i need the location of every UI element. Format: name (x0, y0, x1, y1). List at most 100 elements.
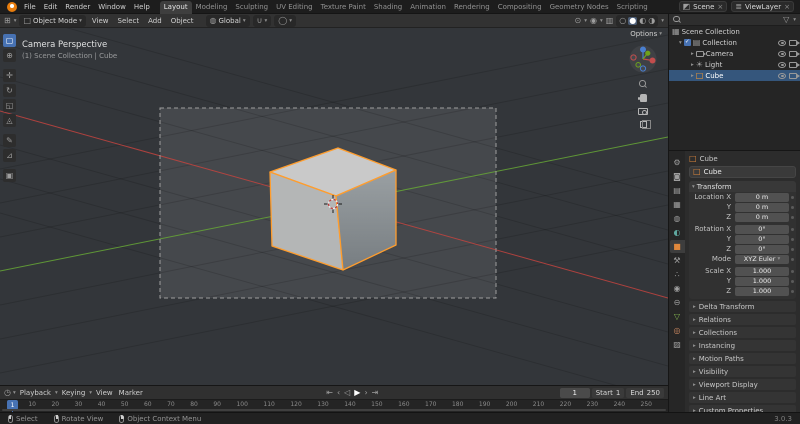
disable-render-icon[interactable] (789, 39, 800, 46)
tab-layout[interactable]: Layout (159, 0, 192, 14)
xray-toggle-icon[interactable]: ▥ (606, 16, 614, 25)
tab-uv-editing[interactable]: UV Editing (272, 1, 317, 14)
location-z-field[interactable]: 0 m (735, 212, 789, 222)
gizmo-x-neg[interactable] (630, 54, 637, 61)
location-y-field[interactable]: 0 m (735, 202, 789, 212)
output-properties-tab[interactable]: ▤ (670, 184, 685, 197)
section-delta-transform[interactable]: ▸ Delta Transform (689, 301, 796, 312)
viewport-3d[interactable]: Camera Perspective (1) Scene Collection … (0, 28, 668, 385)
outliner-row-light[interactable]: ▸ ☀ Light (669, 59, 800, 70)
menu-add[interactable]: Add (145, 14, 165, 28)
tab-texture-paint[interactable]: Texture Paint (317, 1, 370, 14)
play-reverse-button[interactable]: ◁ (344, 388, 350, 397)
menu-marker[interactable]: Marker (117, 386, 145, 400)
search-icon[interactable] (673, 15, 681, 24)
next-keyframe-button[interactable]: › (364, 388, 367, 397)
scale-y-field[interactable]: 1.000 (735, 276, 789, 286)
outliner-options-caret-icon[interactable]: ▾ (793, 17, 796, 23)
select-box-tool-button[interactable]: ▢ (3, 34, 16, 47)
viewport-canvas[interactable] (0, 28, 668, 385)
pivot-caret-icon[interactable]: ▾ (584, 18, 587, 24)
tab-modeling[interactable]: Modeling (192, 1, 232, 14)
perspective-toggle-icon[interactable] (639, 119, 651, 129)
section-instancing[interactable]: ▸ Instancing (689, 340, 796, 351)
transform-panel-header[interactable]: ▾ Transform (689, 181, 796, 192)
gizmo-x-axis[interactable] (649, 57, 656, 64)
timeline-ruler[interactable]: 1102030405060708090100110120130140150160… (0, 399, 668, 413)
gizmo-z-neg[interactable] (639, 65, 647, 72)
hide-viewport-eye-icon[interactable] (778, 72, 786, 79)
tab-compositing[interactable]: Compositing (494, 1, 546, 14)
tab-animation[interactable]: Animation (406, 1, 450, 14)
disable-render-icon[interactable] (789, 72, 800, 79)
blender-logo-icon[interactable] (7, 1, 17, 12)
texture-properties-tab[interactable]: ▨ (670, 338, 685, 351)
tab-geometry-nodes[interactable]: Geometry Nodes (546, 1, 613, 14)
world-properties-tab[interactable]: ◐ (670, 226, 685, 239)
animate-dot-icon[interactable] (791, 205, 794, 209)
play-button[interactable]: ▶ (354, 388, 360, 397)
pivot-point-icon[interactable]: ⊙ (575, 16, 582, 25)
show-gizmo-icon[interactable]: ◉ (590, 16, 597, 25)
object-name-field[interactable]: □ Cube (689, 166, 796, 178)
camera-view-icon[interactable] (638, 108, 648, 115)
hide-viewport-eye-icon[interactable] (778, 50, 786, 57)
scene-selector[interactable]: ◩ Scene × (678, 1, 728, 12)
cube-expand-icon[interactable]: ▸ (691, 73, 694, 79)
animate-dot-icon[interactable] (791, 279, 794, 283)
tab-shading[interactable]: Shading (370, 1, 406, 14)
view-layer-selector[interactable]: ≣ ViewLayer × (731, 1, 794, 12)
proportional-editing-dropdown[interactable]: ◯ ▾ (274, 14, 296, 27)
render-properties-tab[interactable]: ◙ (670, 170, 685, 183)
menu-file[interactable]: File (20, 0, 40, 14)
animate-dot-icon[interactable] (791, 289, 794, 293)
menu-window[interactable]: Window (94, 0, 130, 14)
scale-x-field[interactable]: 1.000 (735, 266, 789, 276)
shading-rendered-icon[interactable]: ◑ (648, 16, 655, 25)
overlays-caret-icon[interactable]: ▾ (600, 18, 603, 24)
zoom-icon[interactable] (639, 80, 647, 88)
disable-render-icon[interactable] (789, 50, 800, 57)
transform-orientation-dropdown[interactable]: ◍ Global ▾ (205, 14, 250, 27)
filter-icon[interactable]: ▽ (783, 15, 789, 24)
menu-select[interactable]: Select (115, 14, 143, 28)
physics-properties-tab[interactable]: ◉ (670, 282, 685, 295)
shading-wireframe-icon[interactable]: ○ (619, 16, 626, 25)
end-frame-field[interactable]: End 250 (626, 387, 664, 398)
hide-viewport-eye-icon[interactable] (778, 61, 786, 68)
object-data-properties-tab[interactable]: ▽ (670, 310, 685, 323)
rotation-z-field[interactable]: 0° (735, 244, 789, 254)
rotation-y-field[interactable]: 0° (735, 234, 789, 244)
timeline-editor-caret-icon[interactable]: ▾ (13, 390, 16, 396)
animate-dot-icon[interactable] (791, 237, 794, 241)
menu-edit[interactable]: Edit (40, 0, 62, 14)
menu-view[interactable]: View (89, 14, 112, 28)
collection-checkbox-icon[interactable]: ✓ (683, 39, 691, 46)
gizmo-y-axis[interactable] (645, 50, 651, 56)
measure-tool-button[interactable]: ⊿ (3, 149, 16, 162)
section-custom-properties[interactable]: ▸ Custom Properties (689, 405, 796, 412)
gizmo-z-axis[interactable] (640, 46, 646, 53)
material-properties-tab[interactable]: ◎ (670, 324, 685, 337)
animate-dot-icon[interactable] (791, 247, 794, 251)
collection-expand-icon[interactable]: ▾ (679, 40, 682, 46)
light-expand-icon[interactable]: ▸ (691, 62, 694, 68)
animate-dot-icon[interactable] (791, 195, 794, 199)
start-frame-field[interactable]: Start 1 (591, 387, 625, 398)
scene-properties-tab[interactable]: ◍ (670, 212, 685, 225)
menu-keying[interactable]: Keying (60, 386, 88, 400)
section-relations[interactable]: ▸ Relations (689, 314, 796, 325)
timeline-scrollbar[interactable] (2, 408, 666, 411)
menu-help[interactable]: Help (130, 0, 154, 14)
snapping-dropdown[interactable]: ∪ ▾ (252, 14, 272, 27)
editor-type-icon[interactable]: ⊞ (4, 16, 11, 25)
modifier-properties-tab[interactable]: ⚒ (670, 254, 685, 267)
prev-keyframe-button[interactable]: ‹ (337, 388, 340, 397)
menu-timeline-view[interactable]: View (94, 386, 115, 400)
object-properties-tab[interactable]: ■ (669, 240, 685, 253)
section-line-art[interactable]: ▸ Line Art (689, 392, 796, 403)
menu-playback[interactable]: Playback (18, 386, 53, 400)
editor-type-caret-icon[interactable]: ▾ (14, 18, 17, 24)
camera-expand-icon[interactable]: ▸ (691, 51, 694, 57)
tab-rendering[interactable]: Rendering (450, 1, 494, 14)
